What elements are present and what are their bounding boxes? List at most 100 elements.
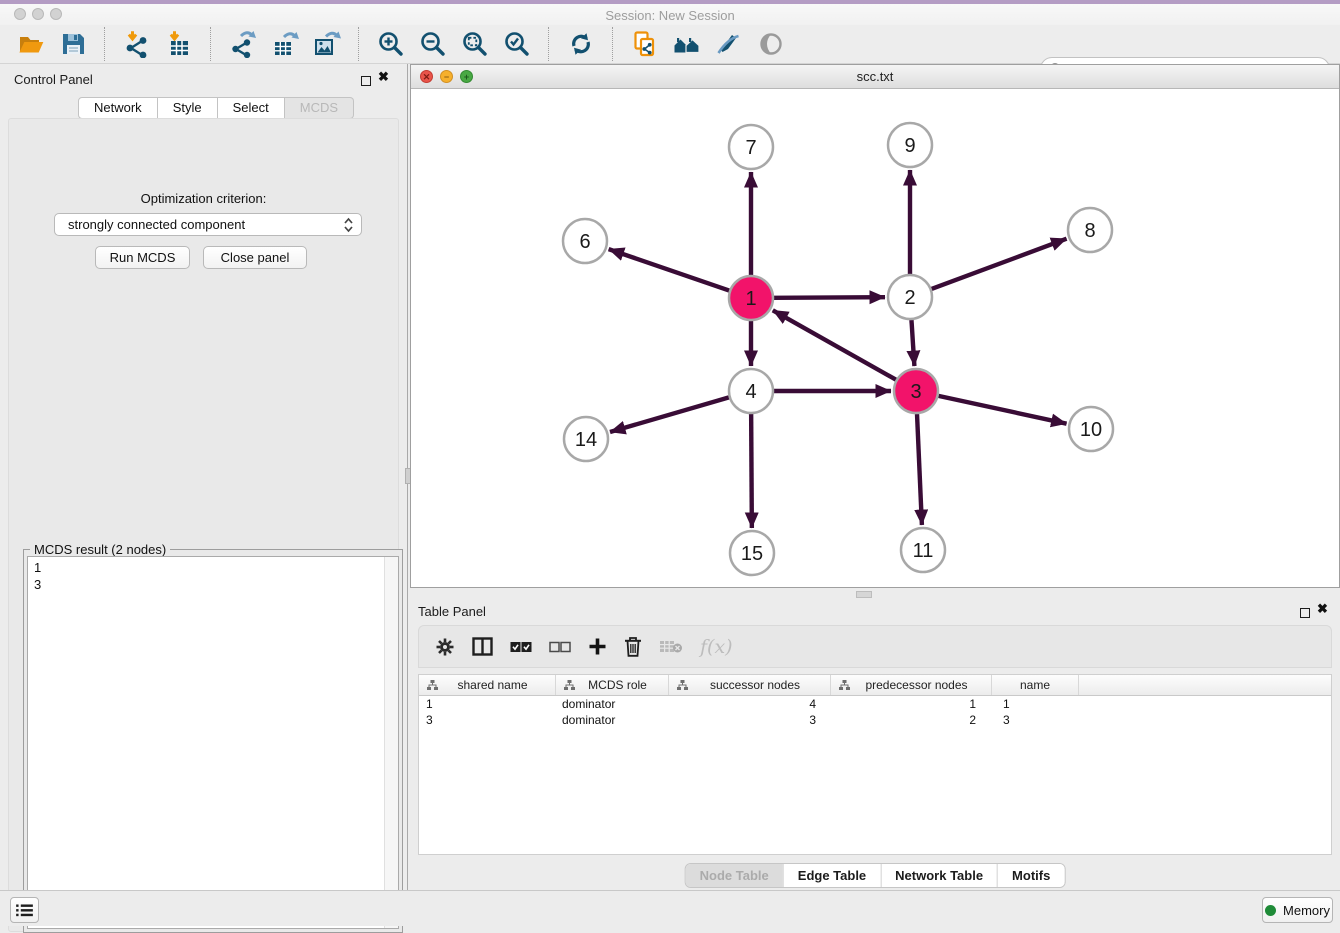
mcds-panel-body: Optimization criterion: strongly connect… — [8, 118, 399, 932]
tab-mcds[interactable]: MCDS — [285, 97, 354, 119]
result-scrollbar[interactable] — [384, 557, 398, 928]
settings-gear-icon[interactable] — [435, 637, 455, 657]
control-panel: Control Panel ✖ Network Style Select MCD… — [0, 64, 407, 890]
column-header-mcds-role[interactable]: MCDS role — [556, 675, 669, 695]
network-window-title: scc.txt — [411, 69, 1339, 84]
tree-column-icon — [677, 680, 688, 691]
table-row[interactable]: 3dominator323 — [419, 712, 1331, 728]
memory-label: Memory — [1283, 903, 1330, 918]
column-label: name — [1000, 678, 1078, 692]
function-builder-icon[interactable]: f(x) — [700, 636, 733, 658]
zoom-fit-icon[interactable] — [461, 30, 489, 58]
float-panel-icon[interactable] — [361, 73, 371, 91]
network-graph[interactable]: 7968124314101511 — [411, 89, 1339, 587]
close-panel-icon[interactable]: ✖ — [378, 72, 389, 82]
zoom-in-icon[interactable] — [377, 30, 405, 58]
mcds-result-area[interactable]: 13 — [27, 556, 399, 929]
show-all-networks-icon[interactable] — [673, 30, 701, 58]
mcds-result-title: MCDS result (2 nodes) — [30, 542, 170, 557]
table-row[interactable]: 1dominator411 — [419, 696, 1331, 712]
graph-edge-3-1[interactable] — [773, 310, 896, 379]
deselect-all-columns-icon[interactable] — [549, 641, 571, 653]
table-cell[interactable]: 1 — [831, 697, 992, 711]
splitter-grip[interactable] — [856, 591, 872, 598]
save-session-icon[interactable] — [59, 30, 87, 58]
graph-node-label: 9 — [904, 135, 915, 157]
float-panel-icon[interactable] — [1300, 605, 1310, 623]
column-label: successor nodes — [688, 678, 830, 692]
table-cell[interactable]: 3 — [419, 713, 556, 727]
graph-node-label: 2 — [904, 287, 915, 309]
graph-edge-2-3[interactable] — [911, 320, 914, 366]
table-cell[interactable]: 2 — [831, 713, 992, 727]
tab-network[interactable]: Network — [78, 97, 158, 119]
graph-node-label: 8 — [1084, 220, 1095, 242]
tab-edge-table[interactable]: Edge Table — [783, 864, 880, 887]
run-mcds-button[interactable]: Run MCDS — [95, 246, 190, 269]
delete-table-icon[interactable] — [659, 639, 683, 654]
tab-node-table[interactable]: Node Table — [686, 864, 783, 887]
export-table-icon[interactable] — [271, 30, 299, 58]
memory-button[interactable]: Memory — [1262, 897, 1333, 923]
graph-node-label: 6 — [579, 231, 590, 253]
panel-splitter-horizontal[interactable] — [410, 588, 1340, 600]
column-header-predecessor-nodes[interactable]: predecessor nodes — [831, 675, 992, 695]
control-panel-tabs: Network Style Select MCDS — [78, 97, 354, 119]
refresh-view-icon[interactable] — [567, 30, 595, 58]
tab-select[interactable]: Select — [218, 97, 285, 119]
toolbar-separator — [358, 27, 360, 61]
table-cell[interactable]: 4 — [669, 697, 831, 711]
network-view-window: ✕ − + scc.txt 7968124314101511 — [410, 64, 1340, 588]
table-cell[interactable]: 1 — [419, 697, 556, 711]
graph-edge-3-11[interactable] — [917, 414, 922, 525]
column-label: shared name — [438, 678, 555, 692]
table-cell[interactable]: 3 — [669, 713, 831, 727]
tab-network-table[interactable]: Network Table — [880, 864, 997, 887]
graph-node-label: 11 — [913, 540, 934, 562]
close-panel-icon[interactable]: ✖ — [1317, 604, 1328, 614]
optimization-criterion-label: Optimization criterion: — [9, 191, 398, 206]
column-header-successor-nodes[interactable]: successor nodes — [669, 675, 831, 695]
graph-edge-3-10[interactable] — [938, 396, 1066, 424]
tree-column-icon — [839, 680, 850, 691]
task-history-button[interactable] — [10, 897, 39, 923]
table-panel-title: Table Panel — [418, 604, 486, 619]
toolbar-separator — [612, 27, 614, 61]
table-cell[interactable]: 1 — [992, 697, 1079, 711]
graph-node-label: 15 — [741, 543, 763, 565]
open-file-icon[interactable] — [17, 30, 45, 58]
toolbar-separator — [104, 27, 106, 61]
graph-edge-2-8[interactable] — [932, 239, 1067, 289]
tab-style[interactable]: Style — [158, 97, 218, 119]
column-view-icon[interactable] — [472, 637, 493, 656]
duplicate-network-icon[interactable] — [631, 30, 659, 58]
export-image-icon[interactable] — [313, 30, 341, 58]
criterion-dropdown[interactable]: strongly connected component — [54, 213, 362, 236]
graph-edge-1-6[interactable] — [609, 249, 730, 290]
add-column-icon[interactable] — [588, 637, 607, 656]
close-panel-button[interactable]: Close panel — [203, 246, 307, 269]
zoom-out-icon[interactable] — [419, 30, 447, 58]
show-hide-details-icon[interactable] — [757, 30, 785, 58]
table-panel: Table Panel ✖ — [410, 600, 1340, 890]
table-cell[interactable]: 3 — [992, 713, 1079, 727]
column-header-shared-name[interactable]: shared name — [419, 675, 556, 695]
export-network-icon[interactable] — [229, 30, 257, 58]
import-table-icon[interactable] — [165, 30, 193, 58]
network-window-titlebar[interactable]: ✕ − + scc.txt — [411, 65, 1339, 89]
delete-column-icon[interactable] — [624, 636, 642, 657]
graph-edge-4-14[interactable] — [610, 397, 729, 432]
import-network-icon[interactable] — [123, 30, 151, 58]
select-all-columns-icon[interactable] — [510, 641, 532, 653]
network-canvas[interactable]: 7968124314101511 — [411, 89, 1339, 587]
graph-edge-4-15[interactable] — [751, 414, 752, 528]
toggle-graphics-details-icon[interactable] — [715, 30, 743, 58]
tab-motifs[interactable]: Motifs — [997, 864, 1064, 887]
table-cell[interactable]: dominator — [556, 713, 669, 727]
toolbar-separator — [210, 27, 212, 61]
zoom-selected-icon[interactable] — [503, 30, 531, 58]
column-header-name[interactable]: name — [992, 675, 1079, 695]
graph-edge-1-2[interactable] — [774, 297, 885, 298]
table-cell[interactable]: dominator — [556, 697, 669, 711]
criterion-value: strongly connected component — [68, 217, 245, 232]
